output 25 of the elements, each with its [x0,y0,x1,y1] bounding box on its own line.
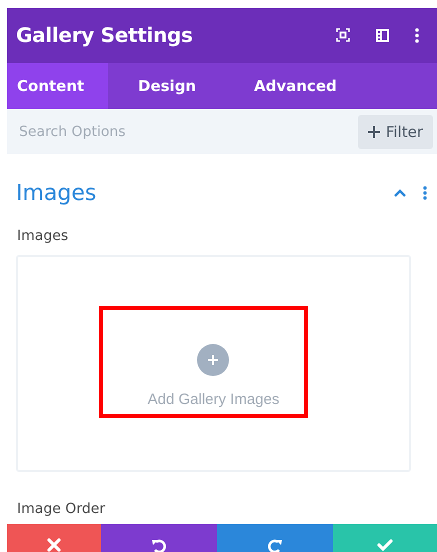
save-button[interactable] [333,524,437,552]
undo-button[interactable] [101,524,217,552]
more-icon[interactable] [415,28,419,43]
layout-icon[interactable] [376,28,389,42]
tab[interactable]: Content [7,62,108,109]
more-icon[interactable] [423,186,427,200]
search-field[interactable]: Search Options [17,116,358,148]
section-title: Images [16,180,98,206]
collapse-icon[interactable] [394,189,406,198]
field-label: Image Order [16,500,106,520]
cancel-button[interactable] [7,524,101,552]
plus-icon [368,126,380,138]
plus-icon [197,344,230,376]
tab[interactable]: Advanced [224,62,340,109]
panel-title: Gallery Settings [16,23,194,48]
field-label: Images [16,227,70,244]
redo-button[interactable] [217,524,333,552]
close-icon [47,538,61,552]
undo-icon [151,538,167,552]
search-bar[interactable]: Search Options Filter [7,108,437,154]
filter-button[interactable]: Filter [358,114,433,149]
tab[interactable]: Design [108,62,224,109]
check-icon [377,538,393,552]
expand-icon[interactable] [336,28,350,42]
redo-icon [267,538,283,552]
